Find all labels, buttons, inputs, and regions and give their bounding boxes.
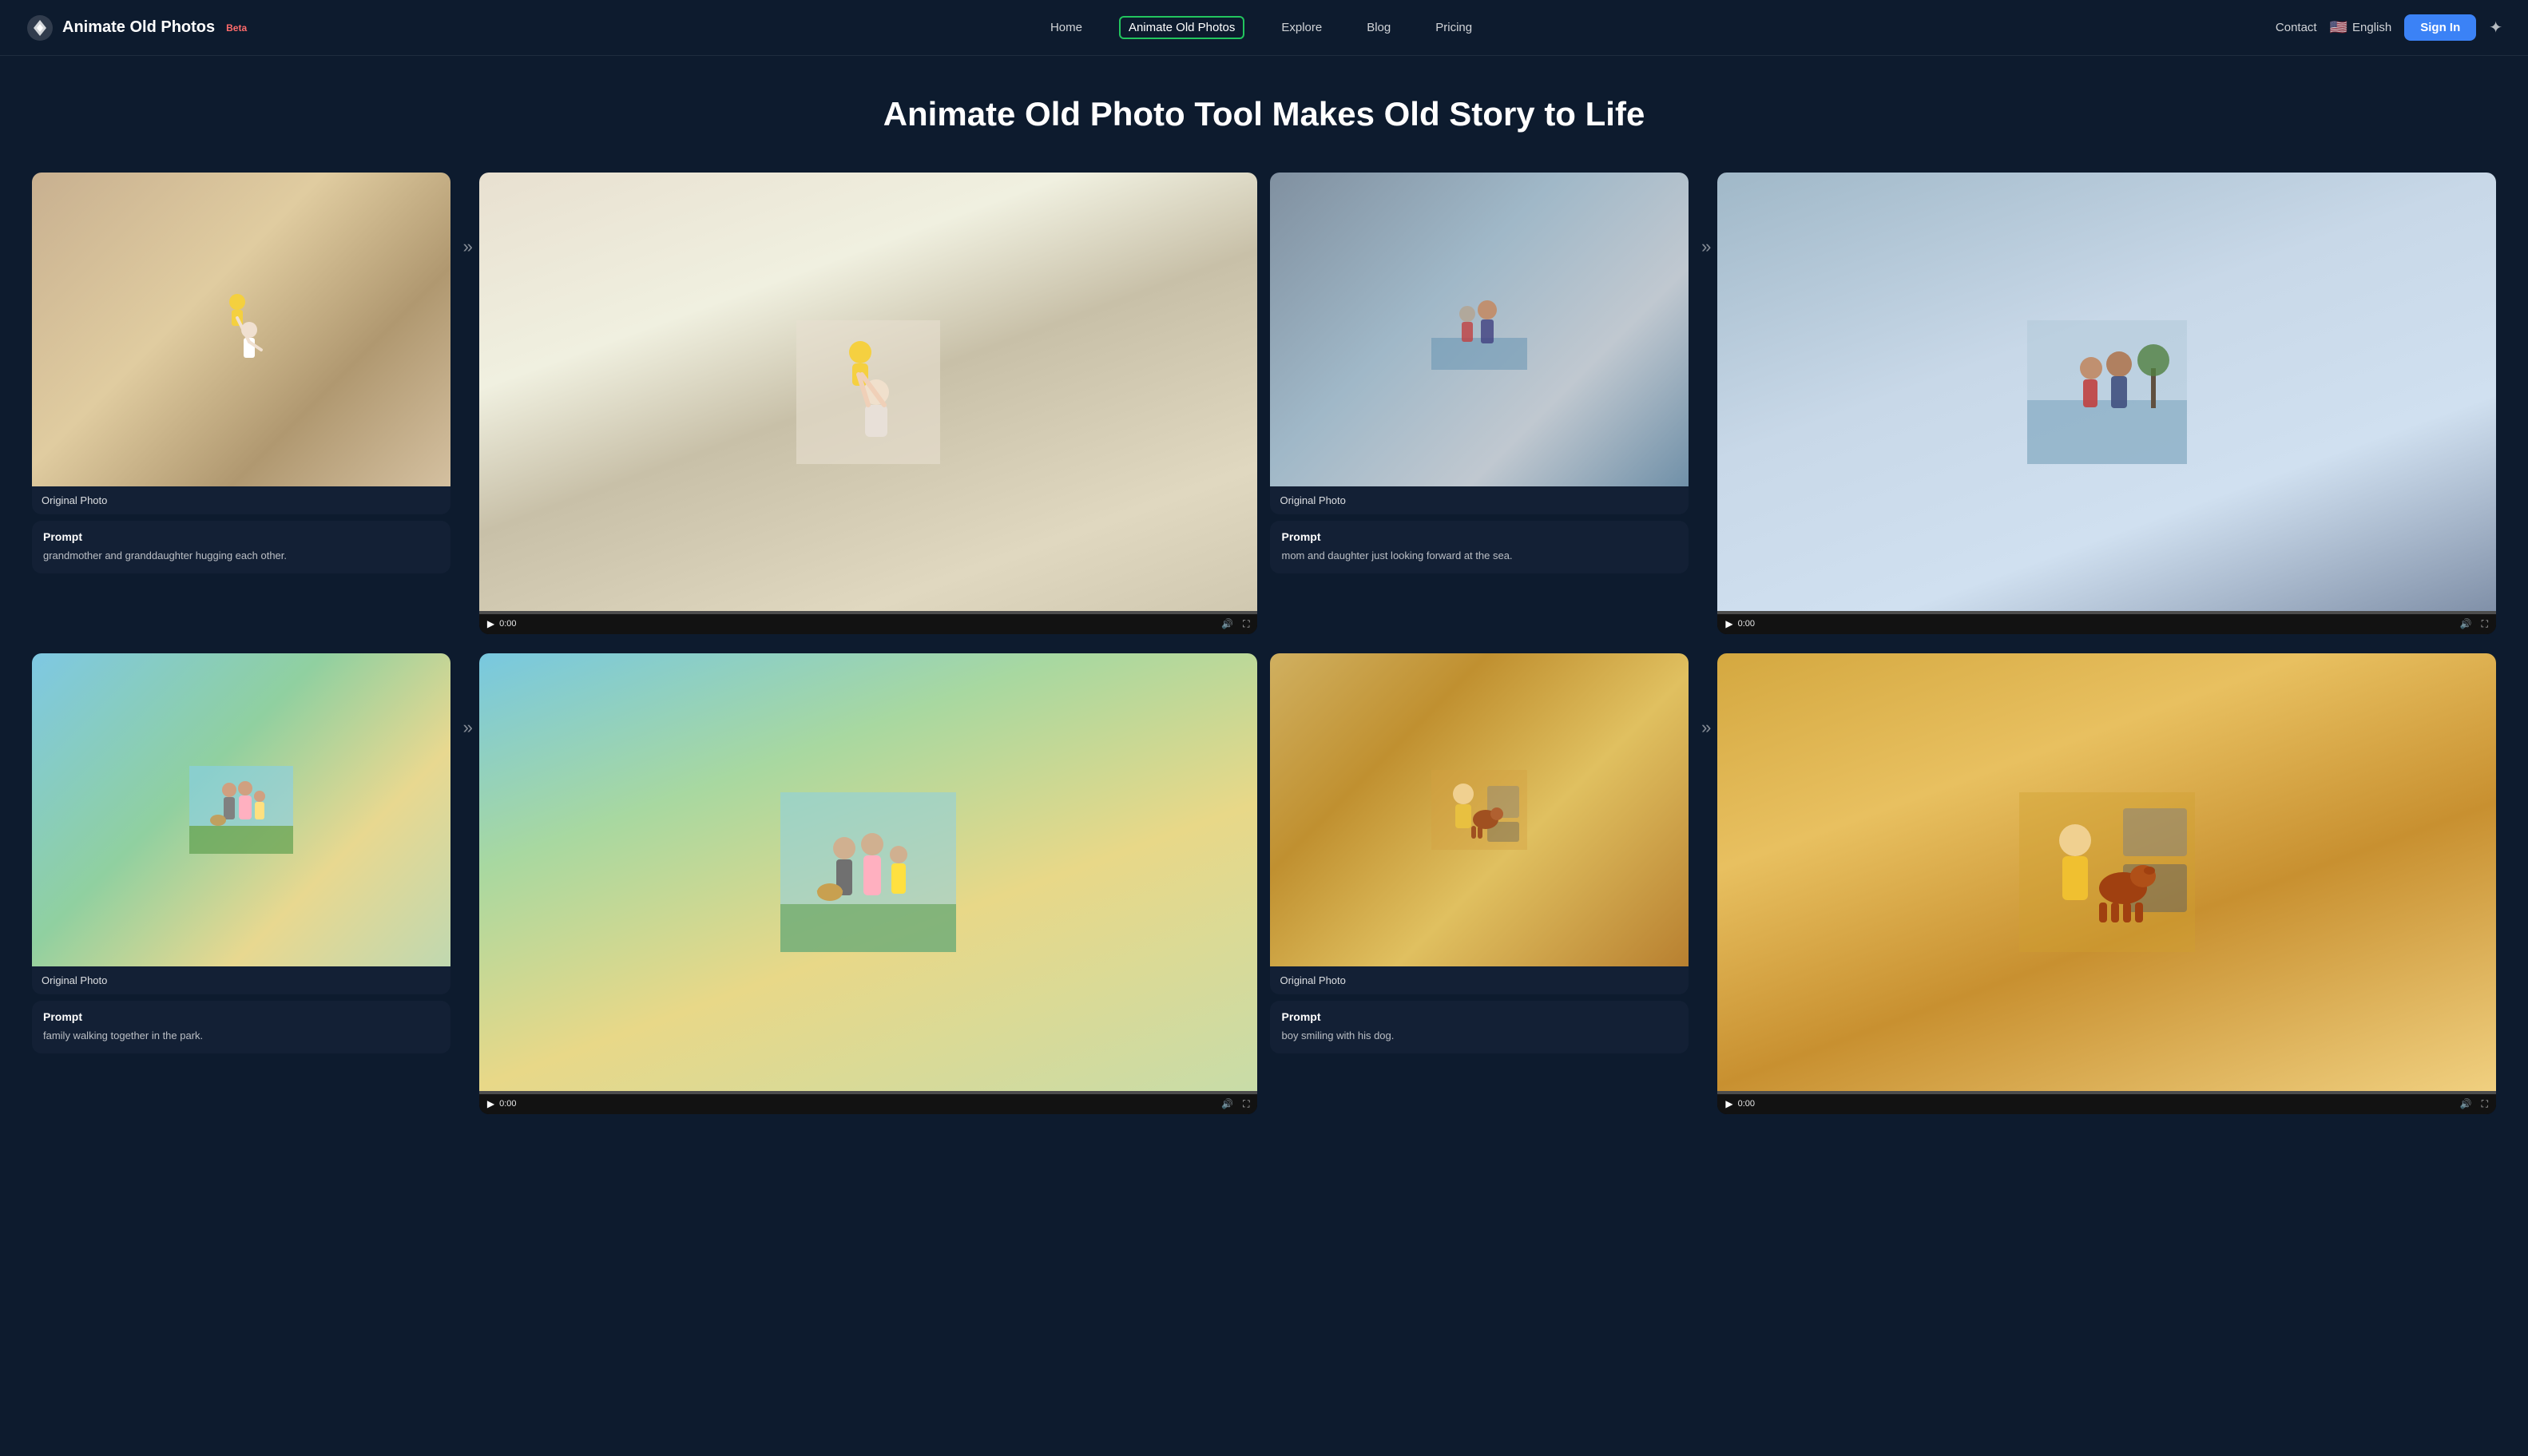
video-col-1: »	[463, 173, 1258, 633]
photo-card-1: Original Photo	[32, 173, 450, 514]
nav-pricing[interactable]: Pricing	[1427, 16, 1480, 39]
volume-icon-1[interactable]: 🔊	[1221, 618, 1233, 629]
volume-icon-3[interactable]: 🔊	[1221, 1098, 1233, 1109]
prompt-title-1: Prompt	[43, 530, 439, 543]
video-controls-2: ▶ 0:00 🔊 ⛶	[1717, 611, 2496, 634]
original-photo-4	[1270, 653, 1689, 967]
volume-icon-2[interactable]: 🔊	[2460, 618, 2472, 629]
prompt-card-1: Prompt grandmother and granddaughter hug…	[32, 521, 450, 573]
fullscreen-icon-1[interactable]: ⛶	[1243, 618, 1249, 630]
arrow-1: »	[463, 173, 473, 257]
card-pair-3: Original Photo Prompt family walking tog…	[32, 653, 450, 1053]
fullscreen-icon-3[interactable]: ⛶	[1243, 1098, 1249, 1110]
photo-label-3: Original Photo	[32, 966, 450, 994]
prompt-text-2: mom and daughter just looking forward at…	[1281, 548, 1677, 564]
video-inner-2	[1717, 173, 2496, 610]
video-col-2: »	[1701, 173, 2496, 633]
contact-link[interactable]: Contact	[2276, 21, 2317, 34]
video-controls-4: ▶ 0:00 🔊 ⛶	[1717, 1091, 2496, 1114]
nav-home[interactable]: Home	[1042, 16, 1090, 39]
photo-label-1: Original Photo	[32, 486, 450, 514]
video-inner-4	[1717, 653, 2496, 1091]
time-display-3: 0:00	[499, 1099, 516, 1109]
photo-label-2: Original Photo	[1270, 486, 1689, 514]
card-pair-4: Original Photo Prompt boy smiling with h…	[1270, 653, 1689, 1053]
prompt-card-4: Prompt boy smiling with his dog.	[1270, 1001, 1689, 1053]
hero-title: Animate Old Photo Tool Makes Old Story t…	[26, 94, 2502, 134]
nav-explore[interactable]: Explore	[1273, 16, 1330, 39]
arrow-3: »	[463, 653, 473, 738]
video-controls-3: ▶ 0:00 🔊 ⛶	[479, 1091, 1258, 1114]
video-thumbnail-3	[479, 653, 1258, 1091]
video-thumbnail-4	[1717, 653, 2496, 1091]
prompt-card-2: Prompt mom and daughter just looking for…	[1270, 521, 1689, 573]
nav-blog[interactable]: Blog	[1359, 16, 1399, 39]
language-selector[interactable]: 🇺🇸 English	[2330, 19, 2392, 36]
video-thumbnail-1	[479, 173, 1258, 610]
gallery-row-2: Original Photo Prompt family walking tog…	[32, 653, 2496, 1114]
nav-animate[interactable]: Animate Old Photos	[1119, 16, 1244, 39]
card-pair-1: Original Photo Prompt grandmother and gr…	[32, 173, 450, 573]
lang-label: English	[2352, 21, 2391, 34]
play-button-1[interactable]: ▶	[487, 618, 494, 629]
photo-label-4: Original Photo	[1270, 966, 1689, 994]
card-pair-2: Original Photo Prompt mom and daughter j…	[1270, 173, 1689, 573]
fullscreen-icon-4[interactable]: ⛶	[2482, 1098, 2488, 1110]
fullscreen-icon-2[interactable]: ⛶	[2482, 618, 2488, 630]
video-card-2[interactable]: ▶ 0:00 🔊 ⛶	[1717, 173, 2496, 633]
prompt-title-2: Prompt	[1281, 530, 1677, 543]
photo-card-2: Original Photo	[1270, 173, 1689, 514]
video-controls-1: ▶ 0:00 🔊 ⛶	[479, 611, 1258, 634]
logo-icon	[26, 14, 54, 42]
video-card-3[interactable]: ▶ 0:00 🔊 ⛶	[479, 653, 1258, 1114]
theme-toggle-icon[interactable]: ✦	[2489, 18, 2502, 38]
gallery-section: Original Photo Prompt grandmother and gr…	[0, 160, 2528, 1145]
photo-card-4: Original Photo	[1270, 653, 1689, 995]
prompt-card-3: Prompt family walking together in the pa…	[32, 1001, 450, 1053]
beta-badge: Beta	[226, 22, 247, 34]
time-display-2: 0:00	[1738, 619, 1755, 629]
prompt-text-4: boy smiling with his dog.	[1281, 1028, 1677, 1044]
original-photo-2	[1270, 173, 1689, 486]
play-button-4[interactable]: ▶	[1725, 1098, 1732, 1109]
video-col-3: »	[463, 653, 1258, 1114]
sign-in-button[interactable]: Sign In	[2404, 14, 2476, 41]
flag-icon: 🇺🇸	[2330, 19, 2347, 36]
volume-icon-4[interactable]: 🔊	[2460, 1098, 2472, 1109]
prompt-text-1: grandmother and granddaughter hugging ea…	[43, 548, 439, 564]
video-inner-1	[479, 173, 1258, 610]
video-thumbnail-2	[1717, 173, 2496, 610]
navbar-right: Contact 🇺🇸 English Sign In ✦	[2276, 14, 2502, 41]
photo-card-3: Original Photo	[32, 653, 450, 995]
prompt-title-4: Prompt	[1281, 1010, 1677, 1023]
video-inner-3	[479, 653, 1258, 1091]
navbar-logo-area: Animate Old Photos Beta	[26, 14, 247, 42]
navbar: Animate Old Photos Beta Home Animate Old…	[0, 0, 2528, 56]
arrow-2: »	[1701, 173, 1711, 257]
logo-text: Animate Old Photos	[62, 18, 215, 37]
video-card-4[interactable]: ▶ 0:00 🔊 ⛶	[1717, 653, 2496, 1114]
prompt-title-3: Prompt	[43, 1010, 439, 1023]
time-display-1: 0:00	[499, 619, 516, 629]
play-button-3[interactable]: ▶	[487, 1098, 494, 1109]
hero-section: Animate Old Photo Tool Makes Old Story t…	[0, 56, 2528, 160]
arrow-4: »	[1701, 653, 1711, 738]
original-photo-3	[32, 653, 450, 967]
navbar-center: Home Animate Old Photos Explore Blog Pri…	[1042, 16, 1480, 39]
play-button-2[interactable]: ▶	[1725, 618, 1732, 629]
gallery-row-1: Original Photo Prompt grandmother and gr…	[32, 173, 2496, 633]
time-display-4: 0:00	[1738, 1099, 1755, 1109]
photo-illustration-1	[193, 286, 289, 374]
video-card-1[interactable]: ▶ 0:00 🔊 ⛶	[479, 173, 1258, 633]
original-photo-1	[32, 173, 450, 486]
prompt-text-3: family walking together in the park.	[43, 1028, 439, 1044]
video-col-4: »	[1701, 653, 2496, 1114]
